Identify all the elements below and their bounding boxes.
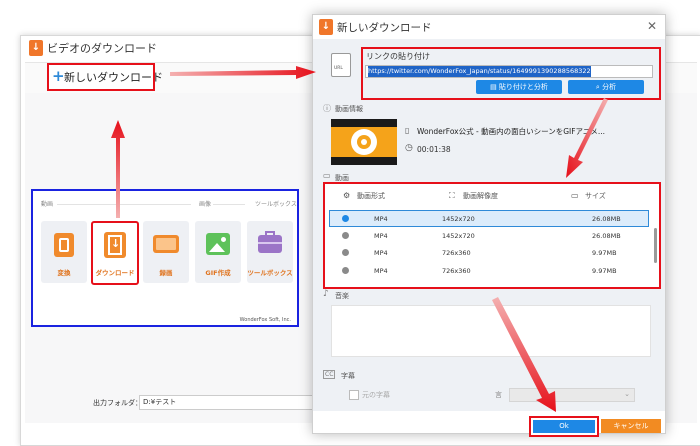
- section-label-toolbox: ツールボックス: [255, 201, 297, 208]
- audio-section-header: 音楽: [335, 292, 349, 300]
- video-title: WonderFox公式 - 動画内の面白いシーンをGIFアニメ...: [417, 127, 606, 136]
- tool-label-gif: GIF作成: [205, 269, 231, 277]
- dialog-title: 新しいダウンロード: [337, 22, 432, 34]
- tool-convert[interactable]: 変換: [41, 221, 87, 283]
- video-thumbnail: [331, 119, 397, 165]
- divider: [213, 204, 245, 205]
- video-section-icon: ▭: [323, 171, 331, 180]
- radio-selected[interactable]: [342, 215, 349, 222]
- analyze-button[interactable]: ⌕ 分析: [568, 80, 644, 94]
- image-icon: [206, 233, 230, 255]
- section-label-image: 画像: [199, 201, 212, 208]
- new-download-button[interactable]: + 新しいダウンロード: [47, 63, 163, 91]
- ok-button-highlight: Ok: [529, 416, 599, 437]
- tool-panel: 動画 画像 ツールボックス 変換 ↓ ダウンロード 録画 GIF作成 ツールボッ…: [31, 189, 299, 327]
- size-column-icon: ▭: [571, 191, 579, 200]
- output-folder-field[interactable]: D:¥テスト: [139, 395, 337, 410]
- original-subtitle-label: 元の字幕: [362, 391, 390, 399]
- radio[interactable]: [342, 267, 349, 274]
- row-size: 26.08MB: [592, 232, 621, 240]
- url-input[interactable]: https://twitter.com/WonderFox_Japan/stat…: [365, 65, 653, 78]
- row-resolution: 726x360: [442, 249, 471, 257]
- row-resolution: 1452x720: [442, 215, 475, 223]
- row-size: 9.97MB: [592, 249, 617, 257]
- audio-list: [331, 305, 651, 357]
- cancel-button[interactable]: キャンセル: [601, 419, 661, 433]
- brand-text: WonderFox Soft, Inc.: [239, 317, 291, 323]
- ok-button[interactable]: Ok: [533, 420, 595, 433]
- new-download-label: 新しいダウンロード: [64, 71, 163, 84]
- radio[interactable]: [342, 249, 349, 256]
- subtitle-language-select[interactable]: ⌄: [509, 388, 635, 402]
- table-row[interactable]: MP4 726x360 9.97MB: [329, 263, 649, 280]
- video-duration: 00:01:38: [417, 145, 451, 154]
- cc-icon: CC: [323, 370, 336, 379]
- column-resolution: 動画解像度: [463, 192, 498, 200]
- row-format: MP4: [374, 249, 388, 257]
- dialog-logo-icon: ↓: [319, 19, 333, 35]
- music-icon: ♪: [323, 289, 329, 299]
- tool-label-convert: 変換: [57, 269, 71, 277]
- row-size: 26.08MB: [592, 215, 621, 223]
- table-row[interactable]: MP4 726x360 9.97MB: [329, 245, 649, 262]
- radio[interactable]: [342, 232, 349, 239]
- row-format: MP4: [374, 232, 388, 240]
- format-column-icon: ⚙: [343, 191, 351, 200]
- info-icon: ⓘ: [323, 104, 331, 113]
- film-icon: [54, 233, 74, 257]
- tool-gif[interactable]: GIF作成: [195, 221, 241, 283]
- close-icon[interactable]: ✕: [647, 19, 657, 33]
- window-title: ビデオのダウンロード: [47, 42, 157, 55]
- url-file-icon: URL: [331, 53, 351, 77]
- tool-toolbox[interactable]: ツールボックス: [247, 221, 293, 283]
- divider: [57, 204, 191, 205]
- row-resolution: 726x360: [442, 267, 471, 275]
- toolbox-icon: [258, 231, 282, 253]
- row-resolution: 1452x720: [442, 232, 475, 240]
- new-download-dialog: ↓ 新しいダウンロード ✕ URL リンクの貼り付け https://twitt…: [312, 14, 666, 437]
- tool-label-download: ダウンロード: [95, 269, 135, 277]
- format-table: ⚙ 動画形式 ⛶ 動画解像度 ▭ サイズ MP4 1452x720 26.08M…: [323, 182, 661, 289]
- plus-icon: +: [52, 67, 65, 85]
- resolution-column-icon: ⛶: [449, 191, 455, 200]
- analyze-label: 分析: [602, 83, 617, 91]
- row-format: MP4: [374, 215, 388, 223]
- table-scrollbar[interactable]: [654, 228, 657, 263]
- table-row[interactable]: MP4 1452x720 26.08MB: [329, 210, 649, 227]
- app-logo-icon: ↓: [29, 40, 43, 56]
- paste-and-analyze-button[interactable]: ▤ 貼り付けと分析: [476, 80, 562, 94]
- output-folder-label: 出力フォルダ：: [93, 399, 142, 407]
- video-info-header: 動画情報: [335, 105, 363, 113]
- tool-label-record: 録画: [159, 269, 173, 277]
- paste-and-analyze-label: 貼り付けと分析: [498, 83, 548, 91]
- language-label: 言: [495, 391, 502, 399]
- row-format: MP4: [374, 267, 388, 275]
- output-folder-value: D:¥テスト: [143, 398, 177, 406]
- chevron-down-icon: ⌄: [624, 390, 630, 398]
- tool-download[interactable]: ↓ ダウンロード: [91, 221, 139, 285]
- section-label-video: 動画: [41, 201, 54, 208]
- column-size: サイズ: [585, 192, 606, 200]
- tool-label-toolbox: ツールボックス: [247, 269, 293, 277]
- clipboard-icon: ▤: [490, 83, 499, 91]
- subtitle-section-header: 字幕: [341, 372, 355, 380]
- monitor-icon: [153, 235, 179, 253]
- column-format: 動画形式: [357, 192, 385, 200]
- document-icon: ▯: [405, 126, 410, 135]
- paste-link-title: リンクの貼り付け: [366, 52, 430, 61]
- disc-icon: [351, 129, 377, 155]
- original-subtitle-checkbox[interactable]: [349, 390, 359, 400]
- table-row[interactable]: MP4 1452x720 26.08MB: [329, 228, 649, 245]
- url-value: https://twitter.com/WonderFox_Japan/stat…: [368, 66, 591, 77]
- clock-icon: ◷: [405, 143, 413, 153]
- tool-record[interactable]: 録画: [143, 221, 189, 283]
- paste-link-box: リンクの貼り付け https://twitter.com/WonderFox_J…: [361, 47, 661, 100]
- download-icon: ↓: [104, 232, 126, 258]
- row-size: 9.97MB: [592, 267, 617, 275]
